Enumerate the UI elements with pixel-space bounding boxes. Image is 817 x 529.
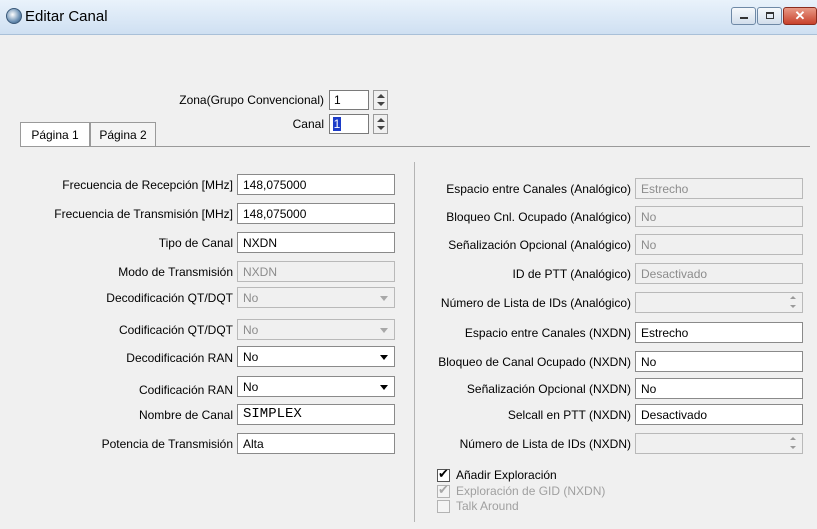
left-label-4: Decodificación QT/DQT <box>106 291 233 305</box>
zona-value: 1 <box>334 93 341 107</box>
left-label-6: Decodificación RAN <box>126 351 233 365</box>
chevron-down-icon <box>376 289 393 306</box>
field-value: No <box>641 355 657 369</box>
field-value: No <box>243 350 259 364</box>
maximize-icon <box>766 12 774 19</box>
field-value: SIMPLEX <box>243 406 302 422</box>
espacio-canales-analogico-field: Estrecho <box>635 178 803 199</box>
title-bar[interactable]: Editar Canal ✕ <box>0 0 817 35</box>
spin-arrows-icon <box>787 294 800 311</box>
field-value: No <box>243 291 259 305</box>
chevron-down-icon[interactable] <box>376 378 393 395</box>
spin-arrows-icon <box>787 435 800 452</box>
decodificacion-ran-combo[interactable]: No <box>237 346 395 367</box>
field-value: 148,075000 <box>243 178 307 192</box>
anadir-exploracion-label[interactable]: Añadir Exploración <box>456 468 557 482</box>
editar-canal-window: Editar Canal ✕ Zona(Grupo Convencional) … <box>0 0 817 529</box>
tab-panel-border <box>20 146 810 147</box>
field-value: No <box>641 210 657 224</box>
talk-around-label: Talk Around <box>456 499 519 513</box>
frecuencia-recepcion-field[interactable]: 148,075000 <box>237 174 395 195</box>
minimize-icon <box>740 17 748 19</box>
field-value: Alta <box>243 437 264 451</box>
zona-label: Zona(Grupo Convencional) <box>179 93 324 107</box>
canal-value: 1 <box>333 117 341 131</box>
maximize-button[interactable] <box>757 7 782 25</box>
canal-label: Canal <box>292 117 324 131</box>
right-label-3: ID de PTT (Analógico) <box>512 267 632 281</box>
close-icon: ✕ <box>794 8 806 23</box>
field-value: No <box>243 323 259 337</box>
field-value: NXDN <box>243 265 278 279</box>
left-label-5: Codificación QT/DQT <box>118 323 233 337</box>
potencia-transmision-field[interactable]: Alta <box>237 433 395 454</box>
zona-spinner[interactable]: 1 <box>329 90 369 110</box>
field-value: No <box>641 382 657 396</box>
checkmark-icon: ✔ <box>438 466 449 481</box>
bloqueo-canal-nxdn-field[interactable]: No <box>635 351 803 372</box>
left-label-2: Tipo de Canal <box>158 236 233 250</box>
field-value: Estrecho <box>641 182 689 196</box>
codificacion-ran-combo[interactable]: No <box>237 376 395 397</box>
exploracion-gid-checkbox: ✔ <box>437 482 450 498</box>
right-label-9: Número de Lista de IDs (NXDN) <box>459 437 631 451</box>
field-value: No <box>641 238 657 252</box>
senalizacion-analogico-field: No <box>635 234 803 255</box>
left-label-9: Potencia de Transmisión <box>101 437 233 451</box>
left-label-7: Codificación RAN <box>138 383 233 397</box>
tipo-canal-field[interactable]: NXDN <box>237 232 395 253</box>
tab-pagina-2[interactable]: Página 2 <box>90 122 156 146</box>
field-value: NXDN <box>243 236 278 250</box>
right-label-6: Bloqueo de Canal Ocupado (NXDN) <box>438 355 631 369</box>
decodificacion-qt-combo: No <box>237 287 395 308</box>
right-label-4: Número de Lista de IDs (Analógico) <box>440 296 631 310</box>
canal-spinner[interactable]: 1 <box>329 114 369 134</box>
nombre-canal-field[interactable]: SIMPLEX <box>237 404 395 425</box>
zona-spin-buttons[interactable] <box>373 90 388 110</box>
frecuencia-transmision-field[interactable]: 148,075000 <box>237 203 395 224</box>
right-label-7: Señalización Opcional (NXDN) <box>466 382 631 396</box>
left-label-8: Nombre de Canal <box>138 408 233 422</box>
left-label-0: Frecuencia de Recepción [MHz] <box>62 178 233 192</box>
right-label-1: Bloqueo Cnl. Ocupado (Analógico) <box>446 210 631 224</box>
tab-pagina-1[interactable]: Página 1 <box>20 122 90 146</box>
radio-app-icon <box>6 8 22 24</box>
right-label-5: Espacio entre Canales (NXDN) <box>464 326 631 340</box>
exploracion-gid-label: Exploración de GID (NXDN) <box>456 484 606 498</box>
right-label-2: Señalización Opcional (Analógico) <box>448 238 631 252</box>
lista-ids-nxdn-spinner <box>635 433 803 454</box>
left-label-1: Frecuencia de Transmisión [MHz] <box>54 207 233 221</box>
close-button[interactable]: ✕ <box>783 7 817 25</box>
field-value: Desactivado <box>641 408 708 422</box>
field-value: Estrecho <box>641 326 689 340</box>
talk-around-checkbox <box>437 500 450 513</box>
right-label-8: Selcall en PTT (NXDN) <box>507 408 631 422</box>
left-label-3: Modo de Transmisión <box>118 265 233 279</box>
checkmark-icon: ✔ <box>438 482 449 497</box>
espacio-canales-nxdn-field[interactable]: Estrecho <box>635 322 803 343</box>
chevron-down-icon <box>376 321 393 338</box>
senalizacion-nxdn-field[interactable]: No <box>635 378 803 399</box>
field-value: 148,075000 <box>243 207 307 221</box>
modo-transmision-field: NXDN <box>237 261 395 282</box>
column-divider <box>414 162 415 522</box>
field-value: Desactivado <box>641 267 708 281</box>
chevron-down-icon[interactable] <box>376 348 393 365</box>
id-ptt-analogico-field: Desactivado <box>635 263 803 284</box>
minimize-button[interactable] <box>731 7 756 25</box>
canal-spin-buttons[interactable] <box>373 114 388 134</box>
anadir-exploracion-checkbox[interactable]: ✔ <box>437 466 450 482</box>
right-label-0: Espacio entre Canales (Analógico) <box>446 182 631 196</box>
bloqueo-cnl-analogico-field: No <box>635 206 803 227</box>
field-value: No <box>243 380 259 394</box>
window-title: Editar Canal <box>25 8 108 25</box>
codificacion-qt-combo: No <box>237 319 395 340</box>
selcall-ptt-nxdn-field[interactable]: Desactivado <box>635 404 803 425</box>
lista-ids-analogico-spinner <box>635 292 803 313</box>
